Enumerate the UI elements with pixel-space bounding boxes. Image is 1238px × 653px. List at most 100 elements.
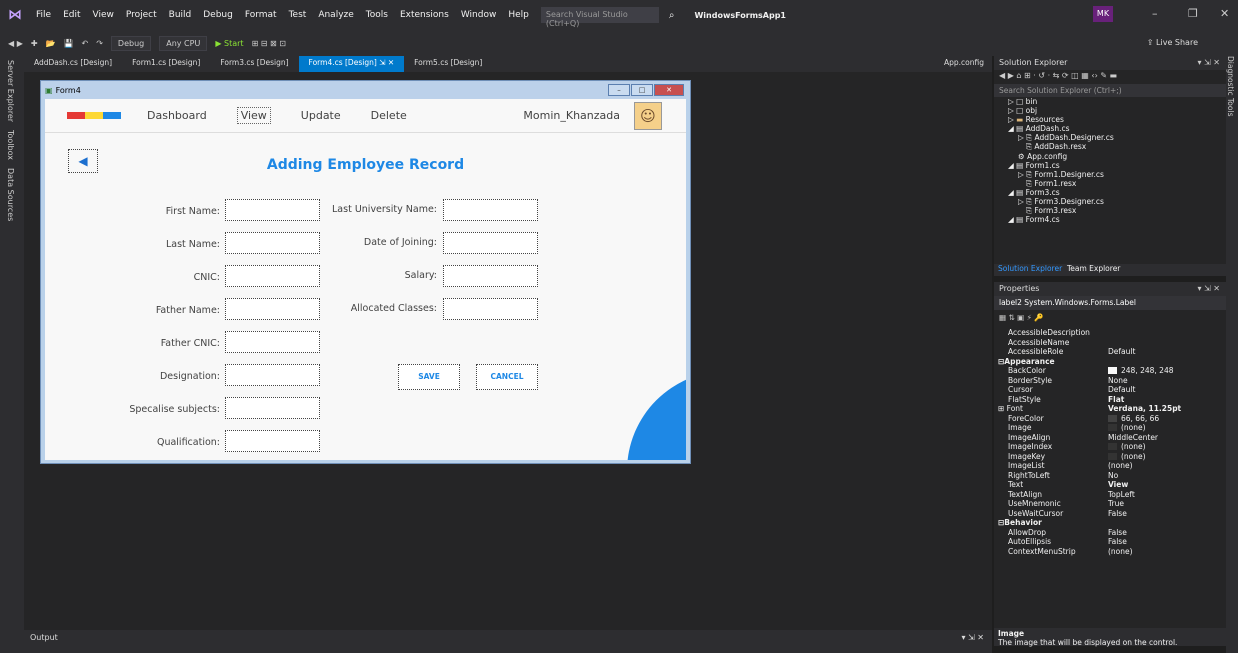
property-row[interactable]: AccessibleDescription	[994, 328, 1226, 338]
live-share-button[interactable]: ⇪ Live Share	[1147, 38, 1198, 47]
tab-team-explorer[interactable]: Team Explorer	[1067, 264, 1120, 273]
pin-icon[interactable]: ⇲	[379, 58, 385, 67]
form4-window[interactable]: ▣ Form4 – □ ✕ Dashboard View Update Dele…	[40, 80, 691, 464]
nav-dashboard[interactable]: Dashboard	[147, 109, 207, 122]
tree-item[interactable]: ◢ ▤ AddDash.cs	[994, 124, 1226, 133]
data-sources-tab[interactable]: Data Sources	[0, 164, 21, 225]
diagnostic-tools-tab[interactable]: Diagnostic Tools	[1226, 56, 1235, 116]
property-row[interactable]: RightToLeft No	[994, 471, 1226, 481]
date-of-joining-input[interactable]	[443, 232, 538, 254]
solution-explorer-toolbar[interactable]: ◀ ▶ ⌂ ⊞ · ↺ · ⇆ ⟳ ◫ ▦ ‹› ✎ ▬	[994, 70, 1226, 84]
menu-tools[interactable]: Tools	[360, 10, 394, 20]
property-row[interactable]: AccessibleRole Default	[994, 347, 1226, 357]
server-explorer-tab[interactable]: Server Explorer	[0, 56, 21, 126]
property-category[interactable]: ⊟ Appearance	[994, 357, 1226, 367]
tree-item[interactable]: ◢ ▤ Form3.cs	[994, 188, 1226, 197]
property-row[interactable]: BorderStyle None	[994, 376, 1226, 386]
menu-debug[interactable]: Debug	[197, 10, 239, 20]
property-row[interactable]: FlatStyle Flat	[994, 395, 1226, 405]
platform-dropdown[interactable]: Any CPU	[159, 35, 208, 51]
tree-item[interactable]: ▷ ⎘ AddDash.Designer.cs	[994, 133, 1226, 142]
tab-form4-design[interactable]: Form4.cs [Design] ⇲ ✕	[298, 56, 405, 72]
tree-item[interactable]: ⎘ Form1.resx	[994, 179, 1226, 188]
tree-item[interactable]: ⎘ AddDash.resx	[994, 142, 1226, 151]
tree-item[interactable]: ▷ ⎘ Form3.Designer.cs	[994, 197, 1226, 206]
property-row[interactable]: UseMnemonic True	[994, 499, 1226, 509]
property-row[interactable]: ForeColor 66, 66, 66	[994, 414, 1226, 424]
menu-view[interactable]: View	[87, 10, 120, 20]
properties-toolbar[interactable]: ▦ ⇅ ▣ ⚡ 🔑	[994, 310, 1226, 328]
menu-build[interactable]: Build	[163, 10, 198, 20]
property-row[interactable]: Image (none)	[994, 423, 1226, 433]
properties-object-selector[interactable]: label2 System.Windows.Forms.Label	[994, 296, 1226, 310]
search-icon[interactable]: ⌕	[669, 10, 675, 21]
open-icon[interactable]: 📂	[46, 39, 56, 48]
property-row[interactable]: ImageAlign MiddleCenter	[994, 433, 1226, 443]
solution-search-input[interactable]: Search Solution Explorer (Ctrl+;)	[994, 84, 1226, 97]
property-row[interactable]: AllowDrop False	[994, 528, 1226, 538]
back-forward-icon[interactable]: ◀ ▶	[8, 39, 23, 48]
last-university-input[interactable]	[443, 199, 538, 221]
qualification-input[interactable]	[225, 430, 320, 452]
vs-search-input[interactable]: Search Visual Studio (Ctrl+Q)	[540, 7, 659, 28]
close-icon[interactable]: ✕	[1220, 7, 1229, 20]
menu-window[interactable]: Window	[455, 10, 503, 20]
form-close-icon[interactable]: ✕	[654, 84, 684, 96]
properties-pin-icon[interactable]: ▾ ⇲ ✕	[1197, 284, 1220, 293]
menu-edit[interactable]: Edit	[57, 10, 86, 20]
minimize-icon[interactable]: –	[1152, 7, 1158, 20]
property-row[interactable]: AccessibleName	[994, 338, 1226, 348]
property-category[interactable]: ⊞ Font Verdana, 11.25pt	[994, 404, 1226, 414]
user-initials-avatar[interactable]: MK	[1093, 6, 1113, 22]
last-name-input[interactable]	[225, 232, 320, 254]
output-pin-icon[interactable]: ▾ ⇲ ✕	[961, 633, 984, 642]
form-minimize-icon[interactable]: –	[608, 84, 630, 96]
menu-extensions[interactable]: Extensions	[394, 10, 455, 20]
property-category[interactable]: ⊟ Behavior	[994, 518, 1226, 528]
property-row[interactable]: UseWaitCursor False	[994, 509, 1226, 519]
specialise-subjects-input[interactable]	[225, 397, 320, 419]
property-row[interactable]: Text View	[994, 480, 1226, 490]
menu-format[interactable]: Format	[239, 10, 283, 20]
menu-help[interactable]: Help	[502, 10, 535, 20]
allocated-classes-input[interactable]	[443, 298, 538, 320]
father-name-input[interactable]	[225, 298, 320, 320]
config-dropdown[interactable]: Debug	[110, 35, 152, 51]
tree-item[interactable]: ▷ ⎘ Form1.Designer.cs	[994, 170, 1226, 179]
property-row[interactable]: TextAlign TopLeft	[994, 490, 1226, 500]
save-button[interactable]: SAVE	[398, 364, 460, 390]
tree-item[interactable]: ⚙ App.config	[994, 152, 1226, 161]
tree-item[interactable]: ◢ ▤ Form4.cs	[994, 215, 1226, 224]
property-row[interactable]: Cursor Default	[994, 385, 1226, 395]
tree-item[interactable]: ▷ ▬ Resources	[994, 115, 1226, 124]
property-row[interactable]: BackColor 248, 248, 248	[994, 366, 1226, 376]
start-debug-button[interactable]: ▶ Start	[215, 39, 243, 48]
maximize-icon[interactable]: ❐	[1188, 7, 1198, 20]
property-row[interactable]: ImageIndex (none)	[994, 442, 1226, 452]
salary-input[interactable]	[443, 265, 538, 287]
menu-project[interactable]: Project	[120, 10, 163, 20]
toolbox-tab[interactable]: Toolbox	[0, 126, 21, 164]
tree-item[interactable]: ◢ ▤ Form1.cs	[994, 161, 1226, 170]
redo-icon[interactable]: ↷	[96, 39, 103, 48]
save-icon[interactable]: 💾	[64, 39, 74, 48]
tab-app-config[interactable]: App.config	[944, 58, 984, 67]
tab-close-icon[interactable]: ✕	[388, 58, 394, 67]
tree-item[interactable]: ⎘ Form3.resx	[994, 206, 1226, 215]
undo-icon[interactable]: ↶	[82, 39, 89, 48]
first-name-input[interactable]	[225, 199, 320, 221]
nav-update[interactable]: Update	[301, 109, 341, 122]
new-project-icon[interactable]: ✚	[31, 39, 38, 48]
cancel-button[interactable]: CANCEL	[476, 364, 538, 390]
menu-file[interactable]: File	[30, 10, 57, 20]
tab-solution-explorer[interactable]: Solution Explorer	[998, 264, 1062, 273]
layout-tools-icon[interactable]: ⊞ ⊟ ⊠ ⊡	[252, 39, 286, 48]
menu-test[interactable]: Test	[283, 10, 313, 20]
nav-view[interactable]: View	[236, 107, 271, 124]
tree-item[interactable]: ▷ □ bin	[994, 97, 1226, 106]
designation-input[interactable]	[225, 364, 320, 386]
panel-pin-icon[interactable]: ▾ ⇲ ✕	[1197, 58, 1220, 67]
cnic-input[interactable]	[225, 265, 320, 287]
form-maximize-icon[interactable]: □	[631, 84, 653, 96]
property-row[interactable]: ContextMenuStrip (none)	[994, 547, 1226, 557]
